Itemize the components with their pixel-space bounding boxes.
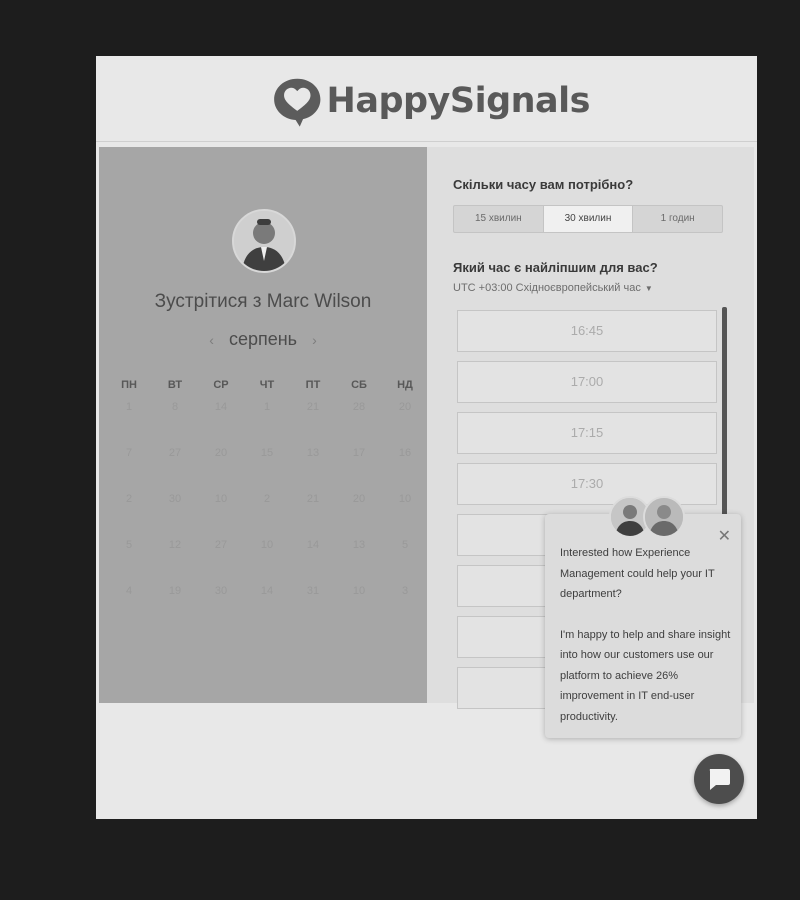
calendar-day: 1 <box>263 401 271 413</box>
calendar-day: 16 <box>398 447 412 459</box>
calendar-day: 2 <box>263 493 271 505</box>
calendar-day: 20 <box>352 493 366 505</box>
time-slot[interactable]: 17:15 <box>457 412 717 454</box>
weekday-sat: СБ <box>351 379 367 391</box>
heart-speech-bubble-icon <box>274 78 321 127</box>
weekday-mon: ПН <box>121 379 137 391</box>
brand-name: HappySignals <box>326 81 591 121</box>
calendar-day: 3 <box>401 585 409 597</box>
weekday-tue: ВТ <box>167 379 183 391</box>
calendar-day: 8 <box>171 401 179 413</box>
caret-down-icon: ▼ <box>644 284 653 293</box>
calendar-day: 28 <box>352 401 366 413</box>
duration-option-30[interactable]: 30 хвилин <box>543 206 634 232</box>
weekday-thu: ЧТ <box>259 379 275 391</box>
time-slot[interactable]: 16:45 <box>457 310 717 352</box>
calendar-grid: 1 8 14 1 21 28 20 7 27 20 15 13 17 16 2 … <box>106 401 426 631</box>
chat-launcher-button[interactable] <box>694 754 744 804</box>
calendar-day: 5 <box>401 539 409 551</box>
calendar-day: 10 <box>398 493 412 505</box>
timezone-label: UTC +03:00 Східноєвропейський час <box>453 282 641 294</box>
next-month-icon[interactable]: › <box>302 332 327 348</box>
weekday-wed: СР <box>213 379 229 391</box>
chat-bubble-icon <box>709 769 730 790</box>
calendar-day: 14 <box>306 539 320 551</box>
time-slot[interactable]: 17:00 <box>457 361 717 403</box>
calendar-day: 20 <box>214 447 228 459</box>
calendar-panel: Зустрітися з Marc Wilson ‹ серпень › ПН … <box>99 147 427 703</box>
person-icon <box>234 211 294 271</box>
calendar-day: 21 <box>306 493 320 505</box>
calendar-day: 12 <box>168 539 182 551</box>
calendar-day: 17 <box>352 447 366 459</box>
chat-agent-avatars <box>609 496 685 538</box>
booking-page: HappySignals Зустрітися з Marc Wilson ‹ … <box>96 56 757 819</box>
calendar-day: 10 <box>352 585 366 597</box>
chat-message-line: I'm happy to help and share insight into… <box>560 628 731 723</box>
host-avatar <box>232 209 296 273</box>
previous-month-icon[interactable]: ‹ <box>199 332 224 348</box>
time-question: Який час є найліпшим для вас? <box>453 260 658 275</box>
month-label: серпень <box>228 329 298 349</box>
duration-option-60[interactable]: 1 годин <box>633 206 722 232</box>
duration-question: Скільки часу вам потрібно? <box>453 177 634 192</box>
chat-message: Interested how Experience Management cou… <box>560 543 735 747</box>
calendar-day: 5 <box>125 539 133 551</box>
weekday-fri: ПТ <box>305 379 321 391</box>
calendar-day: 10 <box>214 493 228 505</box>
calendar-day: 7 <box>125 447 133 459</box>
calendar-day: 21 <box>306 401 320 413</box>
calendar-day: 19 <box>168 585 182 597</box>
calendar-day: 14 <box>260 585 274 597</box>
brand-logo: HappySignals <box>270 68 591 134</box>
calendar-day: 30 <box>214 585 228 597</box>
person-icon <box>645 498 683 536</box>
calendar-day: 10 <box>260 539 274 551</box>
calendar-day: 27 <box>214 539 228 551</box>
calendar-day: 13 <box>352 539 366 551</box>
calendar-day: 31 <box>306 585 320 597</box>
calendar-day: 20 <box>398 401 412 413</box>
calendar-day: 27 <box>168 447 182 459</box>
calendar-day: 4 <box>125 585 133 597</box>
duration-selector: 15 хвилин 30 хвилин 1 годин <box>453 205 723 233</box>
calendar-day: 2 <box>125 493 133 505</box>
chat-popup: ✕ Interested how Experience Management c… <box>545 514 741 738</box>
month-navigation: ‹ серпень › <box>99 329 427 350</box>
agent-avatar <box>643 496 685 538</box>
calendar-day: 1 <box>125 401 133 413</box>
weekday-sun: НД <box>397 379 413 391</box>
meeting-title: Зустрітися з Marc Wilson <box>154 291 372 312</box>
duration-option-15[interactable]: 15 хвилин <box>454 206 544 232</box>
calendar-day: 30 <box>168 493 182 505</box>
header-divider <box>96 141 757 142</box>
chat-message-line: Interested how Experience Management cou… <box>560 547 715 600</box>
calendar-day: 13 <box>306 447 320 459</box>
weekday-header: ПН ВТ СР ЧТ ПТ СБ НД <box>106 379 426 391</box>
timezone-selector[interactable]: UTC +03:00 Східноєвропейський час ▼ <box>453 282 653 294</box>
calendar-day: 15 <box>260 447 274 459</box>
calendar-day: 14 <box>214 401 228 413</box>
